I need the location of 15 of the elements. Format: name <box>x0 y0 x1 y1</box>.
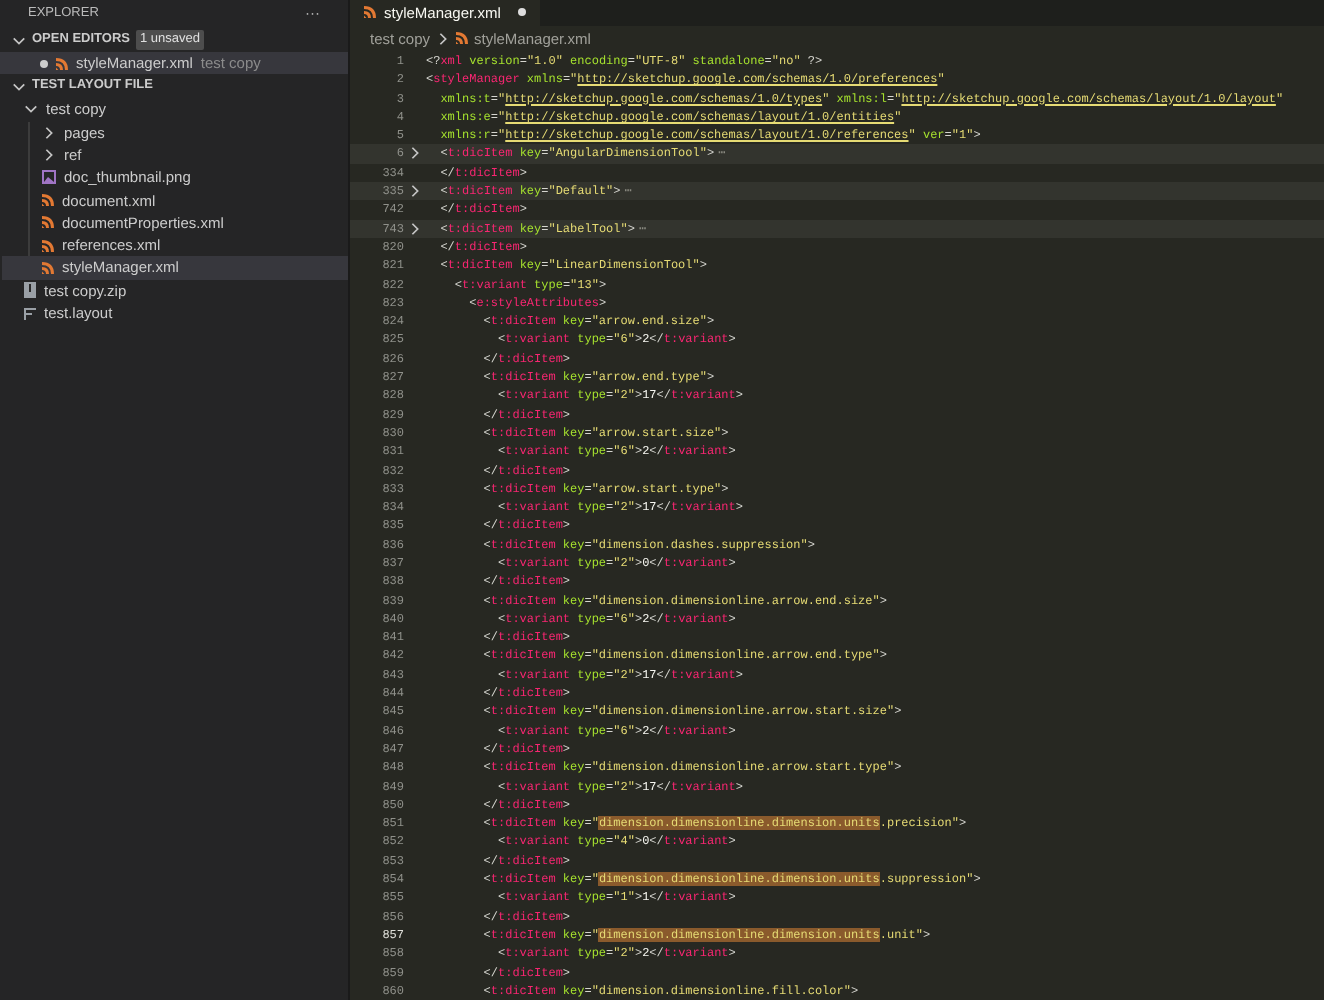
fold-chevron-icon[interactable] <box>408 184 422 199</box>
xml-file-icon <box>42 216 54 229</box>
fold-chevron-icon[interactable] <box>408 146 422 161</box>
chevron-right-icon[interactable] <box>436 31 451 46</box>
xml-file-icon <box>364 6 376 19</box>
xml-file-icon <box>56 57 68 70</box>
xml-file-icon <box>42 262 54 275</box>
xml-file-icon <box>42 239 54 252</box>
image-file-icon <box>42 170 56 185</box>
xml-file-icon <box>42 194 54 207</box>
xml-file-icon <box>456 32 469 45</box>
fold-chevron-icon[interactable] <box>408 221 422 236</box>
lines-file-icon <box>24 307 36 320</box>
chevron-down-icon[interactable] <box>12 33 26 47</box>
archive-file-icon <box>24 282 36 299</box>
